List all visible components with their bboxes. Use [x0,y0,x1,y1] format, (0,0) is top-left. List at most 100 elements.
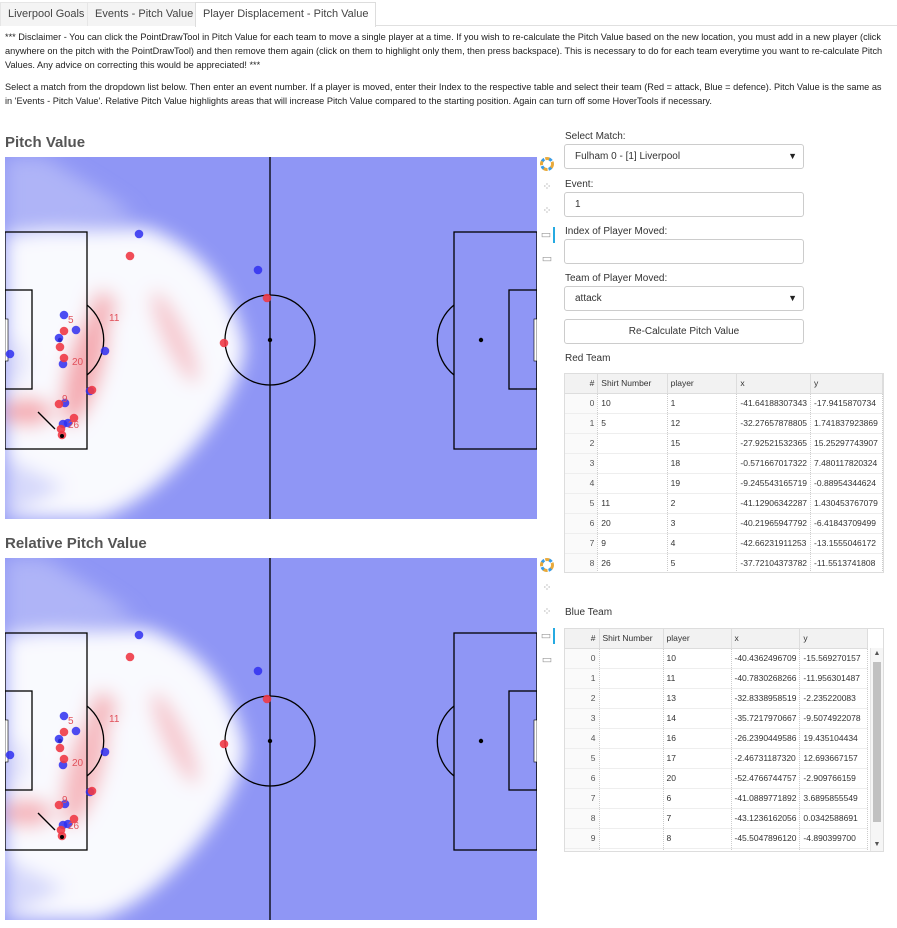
table-cell[interactable]: 11 [597,493,668,514]
table-cell[interactable] [599,808,664,829]
table-cell[interactable]: 0.0342588691 [799,808,869,829]
table-row[interactable]: 8 26 5 -37.72104373782 -11.5513741808 [565,553,883,572]
table-cell[interactable] [799,848,869,851]
table-row[interactable]: 5 11 2 -41.12906342287 1.430453767079 [565,493,883,514]
table-cell[interactable]: 1 [667,393,738,414]
table-row[interactable]: 0 10 -40.4362496709 -15.569270157 [565,648,869,669]
table-cell[interactable]: 12 [667,413,738,434]
table-cell[interactable]: 11 [663,668,732,689]
table-cell[interactable]: 13 [663,688,732,709]
table-row[interactable]: 3 18 -0.571667017322 7.480117820324 [565,453,883,474]
column-header[interactable]: y [810,374,883,394]
table-cell[interactable]: 20 [663,768,732,789]
table-row[interactable]: 2 13 -32.8338958519 -2.235220083 [565,688,869,709]
table-cell[interactable] [597,433,668,454]
bokeh-logo-icon[interactable] [539,157,555,173]
table-row[interactable]: 2 15 -27.92521532365 15.25297743907 [565,433,883,454]
table-cell[interactable]: -45.5047896120 [731,828,801,849]
table-cell[interactable]: -43.1236162056 [731,808,801,829]
blue-table-scrollbar[interactable]: ▲ ▼ [870,648,883,851]
table-row[interactable]: 0 10 1 -41.64188307343 -17.9415870734 [565,393,883,414]
table-row[interactable]: 9 8 -45.5047896120 -4.890399700 [565,828,869,849]
table-cell[interactable] [599,668,664,689]
column-header[interactable]: player [667,374,738,394]
table-cell[interactable]: 16 [663,728,732,749]
hover-tool-icon[interactable]: ▭ [539,652,555,668]
table-cell[interactable]: -17.9415870734 [810,393,883,414]
table-cell[interactable]: 9 [597,533,668,554]
pitch-value-plot[interactable]: 11 5 20 9 26 [5,157,537,519]
table-cell[interactable]: 1.430453767079 [810,493,883,514]
table-row[interactable]: 6 20 3 -40.21965947792 -6.41843709499 [565,513,883,534]
table-cell[interactable]: 7.480117820324 [810,453,883,474]
table-cell[interactable] [597,453,668,474]
table-cell[interactable] [599,788,664,809]
table-cell[interactable]: 2 [667,493,738,514]
table-cell[interactable]: -27.92521532365 [736,433,812,454]
table-cell[interactable]: -9.5074922078 [799,708,869,729]
table-row[interactable]: 7 6 -41.0889771892 3.6895855549 [565,788,869,809]
table-cell[interactable]: -35.7217970667 [731,708,801,729]
table-cell[interactable]: 19.435104434 [799,728,869,749]
table-row[interactable]: 7 9 4 -42.66231911253 -13.1555046172 [565,533,883,554]
table-cell[interactable]: -32.8338958519 [731,688,801,709]
red-team-table[interactable]: # Shirt Number player x y 0 10 1 -41.64188307343… [564,373,884,573]
table-cell[interactable]: -4.890399700 [799,828,869,849]
table-cell[interactable] [599,828,664,849]
table-row[interactable]: 1 5 12 -32.27657878805 1.741837923869 [565,413,883,434]
hover-tool-icon[interactable]: ▭ [539,251,555,267]
tab-events-pitch-value[interactable]: Events - Pitch Value [87,2,202,26]
table-row[interactable]: 5 17 -2.46731187320 12.693667157 [565,748,869,769]
column-header[interactable]: x [731,629,801,649]
table-cell[interactable]: -13.1555046172 [810,533,883,554]
table-cell[interactable]: -40.7830268266 [731,668,801,689]
table-cell[interactable]: 1.741837923869 [810,413,883,434]
blue-team-table[interactable]: # Shirt Number player x y 0 10 -40.4362496709 -1… [564,628,884,852]
table-cell[interactable] [599,848,664,851]
table-cell[interactable]: -9.245543165719 [736,473,812,494]
column-header[interactable]: # [565,374,599,394]
table-cell[interactable] [731,848,801,851]
column-header[interactable]: Shirt Number [599,629,664,649]
table-cell[interactable]: 5 [597,413,668,434]
table-cell[interactable]: -41.0889771892 [731,788,801,809]
table-cell[interactable]: -0.571667017322 [736,453,812,474]
table-row[interactable]: 6 20 -52.4766744757 -2.909766159 [565,768,869,789]
table-cell[interactable]: -40.4362496709 [731,648,801,669]
table-cell[interactable]: -41.12906342287 [736,493,812,514]
table-cell[interactable]: 18 [667,453,738,474]
table-cell[interactable] [599,768,664,789]
event-input[interactable]: 1 [564,192,804,217]
table-row[interactable]: 4 16 -26.2390449586 19.435104434 [565,728,869,749]
tab-player-displacement[interactable]: Player Displacement - Pitch Value [195,2,377,27]
table-row[interactable]: 3 14 -35.7217970667 -9.5074922078 [565,708,869,729]
column-header[interactable]: Shirt Number [597,374,668,394]
table-cell[interactable]: -41.64188307343 [736,393,812,414]
table-cell[interactable]: 14 [663,708,732,729]
table-cell[interactable]: -0.88954344624 [810,473,883,494]
table-cell[interactable] [597,473,668,494]
hover-tool-icon[interactable]: ▭ [539,628,555,644]
table-cell[interactable] [599,728,664,749]
table-cell[interactable]: 5 [667,553,738,572]
table-cell[interactable]: 12.693667157 [799,748,869,769]
table-cell[interactable]: -2.235220083 [799,688,869,709]
table-cell[interactable]: -11.5513741808 [810,553,883,572]
scroll-thumb[interactable] [873,662,881,822]
table-cell[interactable] [599,748,664,769]
table-cell[interactable]: -6.41843709499 [810,513,883,534]
scroll-up-icon[interactable]: ▲ [871,648,883,660]
table-cell[interactable] [599,708,664,729]
table-cell[interactable]: -40.21965947792 [736,513,812,534]
column-header[interactable]: player [663,629,732,649]
table-cell[interactable]: 7 [663,808,732,829]
table-cell[interactable]: -37.72104373782 [736,553,812,572]
table-row[interactable] [565,848,869,851]
table-cell[interactable]: 19 [667,473,738,494]
table-cell[interactable]: 26 [597,553,668,572]
table-cell[interactable]: -2.46731187320 [731,748,801,769]
point-draw-tool-icon[interactable]: ⁘ [539,580,555,596]
table-cell[interactable]: 15.25297743907 [810,433,883,454]
table-cell[interactable]: 20 [597,513,668,534]
recalculate-button[interactable]: Re-Calculate Pitch Value [564,319,804,344]
